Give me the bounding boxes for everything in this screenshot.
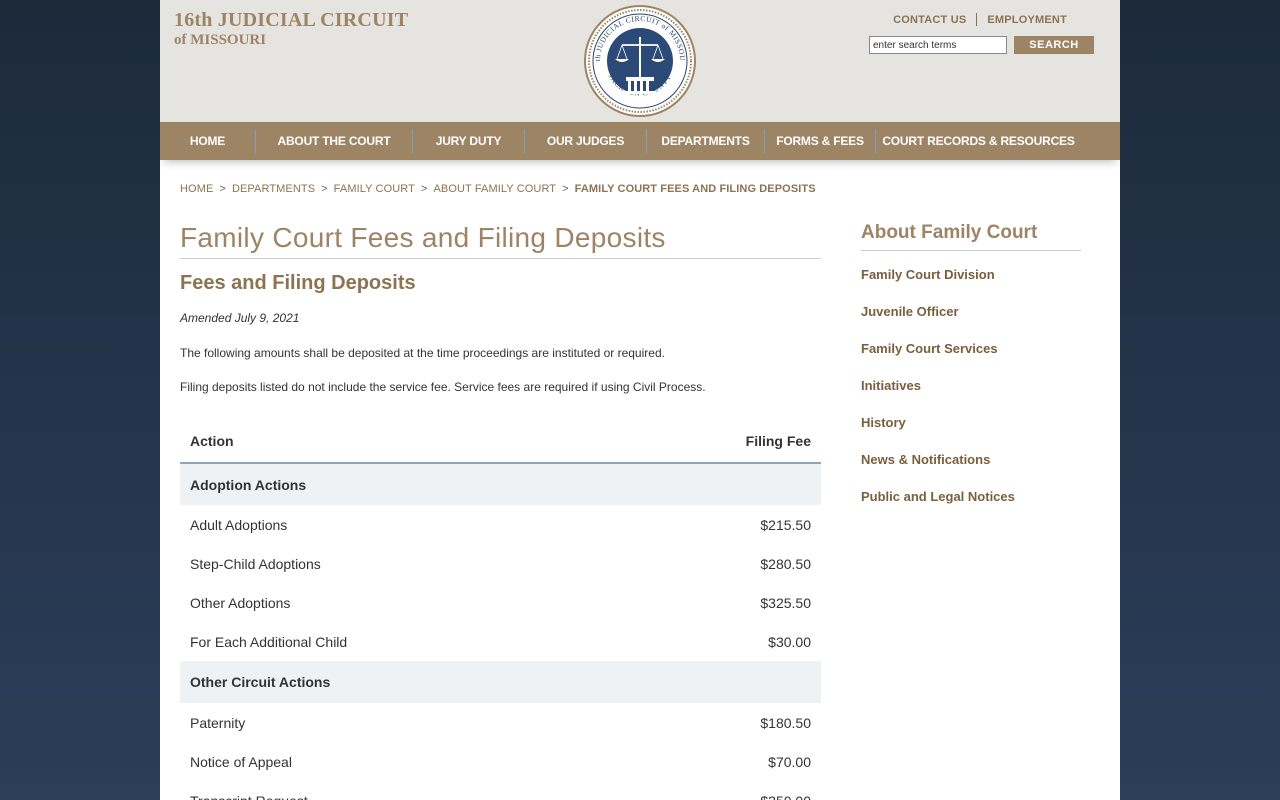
sidebar-item-history[interactable]: History	[861, 414, 1081, 451]
court-seal-icon[interactable]: 16th JUDICIAL CIRCUIT of MISSOURI JACKSO…	[584, 5, 696, 117]
sidebar-item-juvenile-officer[interactable]: Juvenile Officer	[861, 303, 1081, 340]
sidebar-item-family-court-services[interactable]: Family Court Services	[861, 340, 1081, 377]
site-header: 16th JUDICIAL CIRCUIT of MISSOURI 16th J…	[160, 0, 1120, 122]
breadcrumb-departments[interactable]: DEPARTMENTS	[232, 183, 315, 195]
breadcrumb-home[interactable]: HOME	[180, 183, 213, 195]
nav-home[interactable]: HOME	[160, 122, 255, 160]
table-row: Step-Child Adoptions $280.50	[180, 544, 821, 583]
group-label-adoption: Adoption Actions	[180, 463, 821, 505]
section-subtitle: Fees and Filing Deposits	[180, 272, 416, 294]
breadcrumb-arrow-icon: >	[562, 183, 569, 195]
column-header-action: Action	[180, 419, 613, 464]
table-row: Other Adoptions $325.50	[180, 583, 821, 622]
breadcrumb-arrow-icon: >	[321, 183, 328, 195]
table-row: Transcript Request $250.00	[180, 781, 821, 800]
page-wrapper: 16th JUDICIAL CIRCUIT of MISSOURI 16th J…	[160, 0, 1120, 800]
site-logo[interactable]: 16th JUDICIAL CIRCUIT of MISSOURI	[174, 9, 408, 49]
search-input[interactable]	[869, 36, 1007, 54]
column-header-filing-fee: Filing Fee	[612, 419, 821, 464]
main-nav: HOME ABOUT THE COURT JURY DUTY OUR JUDGE…	[160, 122, 1120, 160]
breadcrumb-family-court[interactable]: FAMILY COURT	[334, 183, 415, 195]
table-row: Adult Adoptions $215.50	[180, 505, 821, 544]
breadcrumb-arrow-icon: >	[219, 183, 226, 195]
action-cell: Notice of Appeal	[190, 753, 292, 770]
action-cell: Paternity	[190, 714, 246, 731]
intro-paragraph: The following amounts shall be deposited…	[180, 346, 665, 360]
table-group-row: Other Circuit Actions	[180, 661, 821, 703]
breadcrumb-arrow-icon: >	[420, 183, 428, 195]
nav-jury-duty[interactable]: JURY DUTY	[413, 122, 524, 160]
fee-cell: $215.50	[760, 516, 811, 533]
nav-our-judges[interactable]: OUR JUDGES	[525, 122, 646, 160]
table-row: Paternity $180.50	[180, 703, 821, 742]
breadcrumb-current: FAMILY COURT FEES AND FILING DEPOSITS	[574, 183, 816, 195]
breadcrumb-about-family-court[interactable]: ABOUT FAMILY COURT	[433, 183, 556, 195]
nav-about-the-court[interactable]: ABOUT THE COURT	[256, 122, 412, 160]
sidebar-item-initiatives[interactable]: Initiatives	[861, 377, 1081, 414]
fee-cell: $180.50	[760, 714, 811, 731]
search-button[interactable]: SEARCH	[1014, 36, 1094, 54]
search-form: SEARCH	[869, 36, 1094, 54]
sidebar: About Family Court Family Court Division…	[861, 220, 1081, 525]
logo-line-1: 16th JUDICIAL CIRCUIT	[174, 9, 409, 31]
employment-link[interactable]: EMPLOYMENT	[987, 14, 1067, 26]
utility-links: CONTACT US EMPLOYMENT	[893, 13, 1067, 26]
nav-court-records[interactable]: COURT RECORDS & RESOURCES	[876, 122, 1081, 160]
group-label-other-circuit: Other Circuit Actions	[180, 661, 821, 703]
sidebar-item-public-legal-notices[interactable]: Public and Legal Notices	[861, 488, 1081, 525]
table-group-row: Adoption Actions	[180, 463, 821, 505]
sidebar-item-family-court-division[interactable]: Family Court Division	[861, 266, 1081, 303]
fee-cell: $70.00	[768, 753, 811, 770]
page-title: Family Court Fees and Filing Deposits	[180, 220, 821, 259]
breadcrumb: HOME > DEPARTMENTS > FAMILY COURT > ABOU…	[180, 183, 816, 195]
action-cell: Transcript Request	[180, 781, 613, 800]
table-row: For Each Additional Child $30.00	[180, 622, 821, 661]
action-cell: Adult Adoptions	[190, 516, 288, 533]
action-cell: For Each Additional Child	[190, 633, 348, 650]
utility-divider	[976, 13, 978, 26]
fee-cell: $325.50	[760, 594, 811, 611]
sidebar-list: Family Court Division Juvenile Officer F…	[861, 266, 1081, 525]
nav-forms-fees[interactable]: FORMS & FEES	[765, 122, 875, 160]
sidebar-item-news-notifications[interactable]: News & Notifications	[861, 451, 1081, 488]
sidebar-title: About Family Court	[861, 220, 1081, 251]
fees-table: Action Filing Fee Adoption Actions Adult…	[180, 419, 821, 800]
action-cell: Other Adoptions	[190, 594, 291, 611]
fee-cell: $30.00	[768, 633, 811, 650]
contact-us-link[interactable]: CONTACT US	[893, 14, 966, 26]
amended-date: Amended July 9, 2021	[180, 311, 300, 325]
action-cell: Step-Child Adoptions	[190, 555, 321, 572]
table-row: Notice of Appeal $70.00	[180, 742, 821, 781]
fee-cell: $280.50	[760, 555, 811, 572]
logo-line-2: of MISSOURI	[174, 32, 267, 48]
nav-departments[interactable]: DEPARTMENTS	[647, 122, 764, 160]
service-fee-paragraph: Filing deposits listed do not include th…	[180, 380, 706, 394]
table-header-row: Action Filing Fee	[180, 419, 821, 464]
main-content: Family Court Fees and Filing Deposits Fe…	[180, 220, 821, 800]
fee-cell: $250.00	[613, 781, 821, 800]
